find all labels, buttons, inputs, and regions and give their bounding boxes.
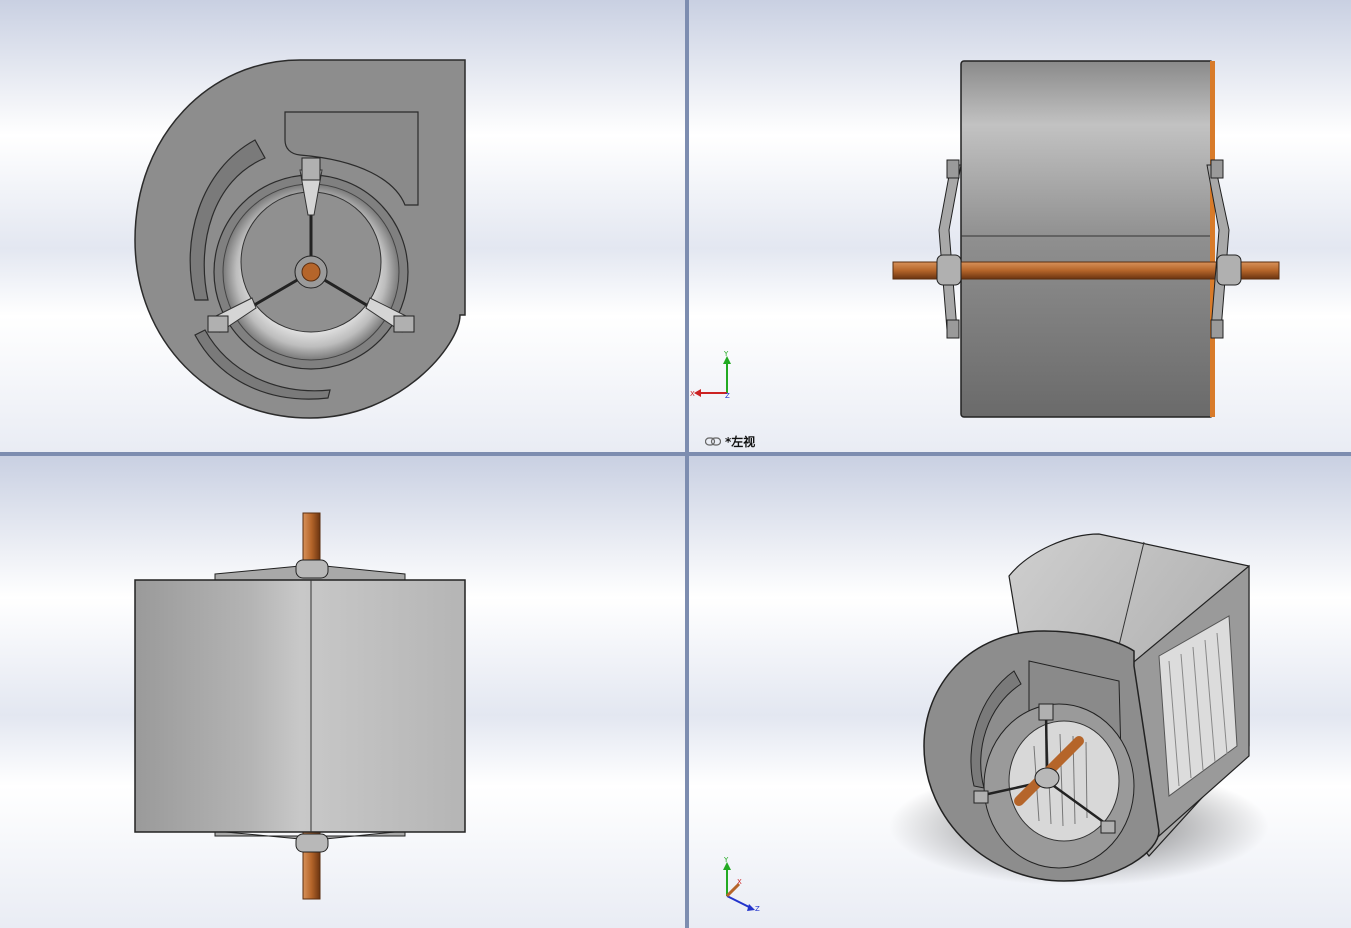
triad-x-label: X <box>737 878 742 886</box>
isometric-view-model: Y X Z <box>723 533 1269 913</box>
view-name: *左视 <box>725 435 756 449</box>
triad-z-label: Z <box>725 392 730 400</box>
viewport-divider-horizontal[interactable] <box>0 452 1351 456</box>
view-name-label: *左视 <box>705 433 755 450</box>
triad-z-label: Z <box>755 905 760 913</box>
front-view-model <box>134 59 466 419</box>
housing-body <box>960 60 1214 418</box>
viewport-front-view[interactable] <box>0 0 685 452</box>
triad-y-label: Y <box>723 856 729 864</box>
viewport-top-view[interactable] <box>0 456 685 928</box>
left-view-model: Y X Z <box>690 60 1280 418</box>
viewport-left-view[interactable]: Y X Z *左视 <box>689 0 1351 452</box>
hub <box>1034 767 1060 789</box>
viewport-divider-vertical[interactable] <box>685 0 689 928</box>
shaft-end <box>301 262 321 282</box>
triad-icon: Y X Z <box>690 350 731 400</box>
triad-y-label: Y <box>723 350 729 358</box>
link-icon <box>705 437 721 446</box>
triad-x-label: X <box>690 390 695 398</box>
triad-icon: Y X Z <box>723 856 760 913</box>
top-view-model <box>134 512 466 900</box>
housing-body <box>134 579 466 833</box>
viewport-isometric-view[interactable]: Y X Z <box>689 456 1351 928</box>
